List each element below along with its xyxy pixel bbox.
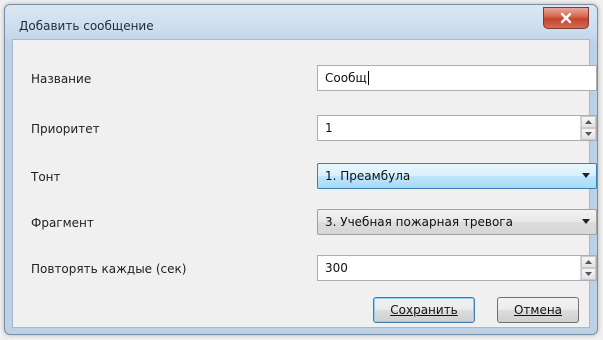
cancel-button-label: Отмена	[513, 303, 563, 317]
window-title: Добавить сообщение	[19, 19, 154, 33]
arrow-up-icon	[585, 260, 592, 264]
priority-spin-buttons	[580, 116, 596, 140]
priority-value: 1	[325, 121, 333, 135]
fragment-dropdown[interactable]: 3. Учебная пожарная тревога	[317, 209, 597, 235]
close-button[interactable]	[543, 7, 589, 29]
tone-label: Тонт	[31, 170, 61, 184]
dropdown-arrow-icon	[582, 173, 590, 178]
fragment-selected-value: 3. Учебная пожарная тревога	[325, 215, 513, 229]
dialog-window: Добавить сообщение Название Сообщ Приори…	[4, 4, 598, 335]
dialog-body: Название Сообщ Приоритет 1 Тонт 1. Преам…	[12, 39, 597, 328]
fragment-label: Фрагмент	[31, 216, 94, 230]
title-bar[interactable]: Добавить сообщение	[5, 5, 597, 39]
priority-spinbox[interactable]: 1	[317, 115, 597, 141]
repeat-spinbox[interactable]: 300	[317, 255, 597, 281]
close-icon	[560, 12, 572, 24]
arrow-down-icon	[585, 132, 592, 136]
priority-spin-up-button[interactable]	[581, 116, 596, 128]
arrow-down-icon	[585, 272, 592, 276]
text-cursor	[367, 71, 369, 85]
cancel-button[interactable]: Отмена	[497, 297, 579, 323]
arrow-up-icon	[585, 120, 592, 124]
repeat-value: 300	[325, 261, 348, 275]
priority-spin-down-button[interactable]	[581, 128, 596, 140]
name-input-value: Сообщ	[325, 71, 367, 85]
save-button[interactable]: Сохранить	[373, 297, 475, 323]
repeat-spin-down-button[interactable]	[581, 268, 596, 280]
repeat-spin-buttons	[580, 256, 596, 280]
repeat-label: Повторять каждые (сек)	[31, 262, 187, 276]
name-input[interactable]: Сообщ	[317, 65, 597, 91]
repeat-spin-up-button[interactable]	[581, 256, 596, 268]
tone-dropdown[interactable]: 1. Преамбула	[317, 163, 597, 189]
priority-label: Приоритет	[31, 122, 100, 136]
tone-selected-value: 1. Преамбула	[325, 169, 411, 183]
dropdown-arrow-icon	[582, 219, 590, 224]
save-button-label: Сохранить	[390, 303, 458, 317]
name-label: Название	[31, 72, 92, 86]
